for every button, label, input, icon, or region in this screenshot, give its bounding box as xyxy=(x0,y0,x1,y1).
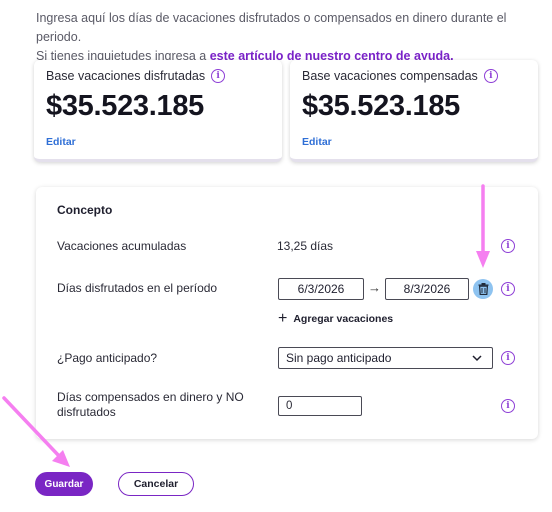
card-base-compensadas: Base vacaciones compensadas i $35.523.18… xyxy=(290,60,538,162)
edit-link[interactable]: Editar xyxy=(302,136,332,148)
advance-label: ¿Pago anticipado? xyxy=(57,351,158,365)
compensated-label-line-1: Días compensados en dinero y NO xyxy=(57,390,244,404)
accumulated-value: 13,25 días xyxy=(277,239,334,253)
save-button[interactable]: Guardar xyxy=(35,472,93,496)
intro-text: Ingresa aquí los días de vacaciones disf… xyxy=(36,9,546,66)
intro-line-1: Ingresa aquí los días de vacaciones disf… xyxy=(36,11,507,44)
info-icon[interactable]: i xyxy=(211,69,226,83)
date-range-arrow: → xyxy=(368,280,381,295)
info-icon[interactable]: i xyxy=(501,282,515,296)
card-title-text: Base vacaciones disfrutadas xyxy=(46,69,206,83)
enjoyed-label: Días disfrutados en el período xyxy=(57,281,218,295)
card-amount: $35.523.185 xyxy=(302,90,460,122)
card-title-text: Base vacaciones compensadas xyxy=(302,69,478,83)
add-vacation-button[interactable]: + Agregar vacaciones xyxy=(278,310,394,327)
add-vacation-label: Agregar vacaciones xyxy=(293,313,394,325)
card-title: Base vacaciones disfrutadas i xyxy=(46,69,226,83)
date-end-input[interactable]: 8/3/2026 xyxy=(385,278,469,300)
panel-title: Concepto xyxy=(57,203,113,217)
card-amount: $35.523.185 xyxy=(46,90,204,122)
info-icon[interactable]: i xyxy=(501,399,515,413)
chevron-down-icon xyxy=(472,355,482,362)
info-icon[interactable]: i xyxy=(483,69,498,83)
concept-panel: Concepto Vacaciones acumuladas 13,25 día… xyxy=(36,187,538,439)
plus-icon: + xyxy=(278,310,288,327)
accumulated-label: Vacaciones acumuladas xyxy=(57,239,187,253)
trash-icon-glyph xyxy=(478,283,488,295)
advance-payment-value: Sin pago anticipado xyxy=(286,351,392,365)
trash-icon[interactable] xyxy=(473,279,493,299)
compensated-label: Días compensados en dinero y NO disfruta… xyxy=(57,390,244,420)
info-icon[interactable]: i xyxy=(501,239,515,253)
card-title: Base vacaciones compensadas i xyxy=(302,69,498,83)
card-base-disfrutadas: Base vacaciones disfrutadas i $35.523.18… xyxy=(34,60,282,162)
info-icon[interactable]: i xyxy=(501,351,515,365)
compensated-label-line-2: disfrutados xyxy=(57,405,116,419)
compensated-days-input[interactable]: 0 xyxy=(278,396,362,416)
advance-payment-select[interactable]: Sin pago anticipado xyxy=(278,347,493,369)
date-start-input[interactable]: 6/3/2026 xyxy=(278,278,364,300)
cancel-button[interactable]: Cancelar xyxy=(118,472,194,496)
edit-link[interactable]: Editar xyxy=(46,136,76,148)
